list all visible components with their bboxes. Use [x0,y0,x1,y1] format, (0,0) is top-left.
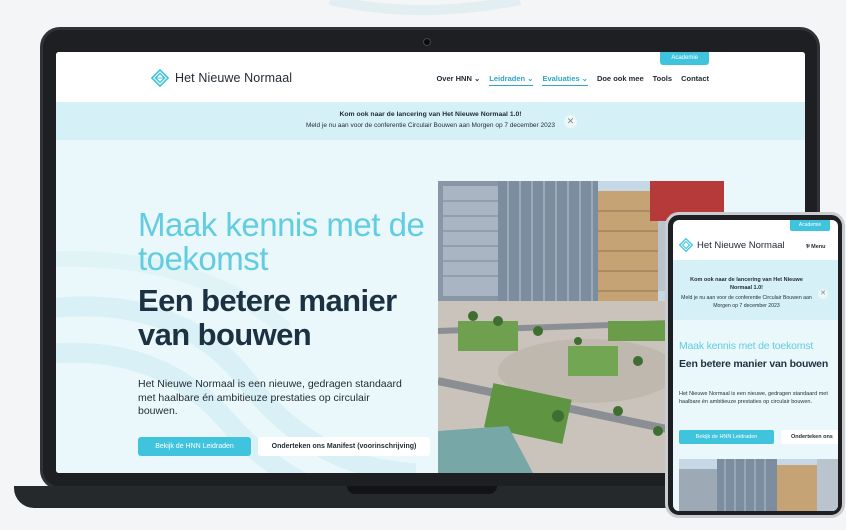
view-guidelines-button[interactable]: Bekijk de HNN Leidraden [138,437,251,456]
mobile-academy-tab[interactable]: Academie [790,220,830,231]
mobile-view-guidelines-button[interactable]: Bekijk de HNN Leidraden [679,430,774,444]
laptop-notch [347,486,497,494]
laptop-camera [423,38,431,46]
hnn-logo-icon [151,69,169,87]
sign-manifest-button[interactable]: Onderteken ons Manifest (voorinschrijvin… [258,437,430,456]
mobile-sign-manifest-button[interactable]: Onderteken ons [781,430,838,444]
banner-subtitle[interactable]: Meld je nu aan voor de conferentie Circu… [56,122,805,129]
mobile-announcement-banner: Kom ook naar de lancering van Het Nieuwe… [673,260,838,320]
mobile-banner-subtitle[interactable]: Meld je nu aan voor de conferentie Circu… [679,294,814,310]
hero-description: Het Nieuwe Normaal is een nieuwe, gedrag… [138,378,402,417]
nav-item-over-hnn[interactable]: Over HNN ⌄ [436,74,480,86]
mobile-logo-text: Het Nieuwe Normaal [697,239,785,251]
hero-heading-bold: Een betere manier van bouwen [138,283,397,352]
banner-close-button[interactable]: ✕ [564,115,577,128]
nav-item-evaluaties[interactable]: Evaluaties ⌄ [542,74,588,86]
site-logo[interactable]: Het Nieuwe Normaal [151,69,292,87]
nav-item-contact[interactable]: Contact [681,74,709,86]
announcement-banner: Kom ook naar de lancering van Het Nieuwe… [56,102,805,140]
mobile-city-illustration [679,459,838,511]
phone-screen: Academie Het Nieuwe Normaal ⅌ Menu Kom o… [673,220,838,511]
main-nav: Over HNN ⌄ Leidraden ⌄ Evaluaties ⌄ Doe … [436,74,709,86]
mobile-menu-label: Menu [811,244,826,250]
mobile-site-logo[interactable]: Het Nieuwe Normaal [679,238,785,252]
mobile-hero-heading-bold: Een betere manier van bouwen [679,358,829,370]
mobile-banner-title[interactable]: Kom ook naar de lancering van Het Nieuwe… [679,276,814,292]
mobile-hero-description: Het Nieuwe Normaal is een nieuwe, gedrag… [679,391,828,405]
logo-text: Het Nieuwe Normaal [175,71,293,85]
nav-item-leidraden[interactable]: Leidraden ⌄ [489,74,534,86]
nav-item-doe-ook-mee[interactable]: Doe ook mee [597,74,644,86]
mobile-banner-close-button[interactable]: ✕ [818,289,828,299]
mobile-hero-heading-light: Maak kennis met de toekomst [679,340,814,352]
academy-tab[interactable]: Academie [660,52,709,65]
site-header: Het Nieuwe Normaal Academie Over HNN ⌄ L… [56,52,805,102]
mobile-hero-photo [679,459,838,511]
hnn-logo-icon [679,238,693,252]
mobile-menu-button[interactable]: ⅌ Menu [806,242,826,250]
mockup-stage: Het Nieuwe Normaal Academie Over HNN ⌄ L… [0,0,846,530]
hero-heading-light: Maak kennis met de toekomst [138,206,425,277]
banner-title[interactable]: Kom ook naar de lancering van Het Nieuwe… [56,111,805,118]
nav-item-tools[interactable]: Tools [653,74,672,86]
